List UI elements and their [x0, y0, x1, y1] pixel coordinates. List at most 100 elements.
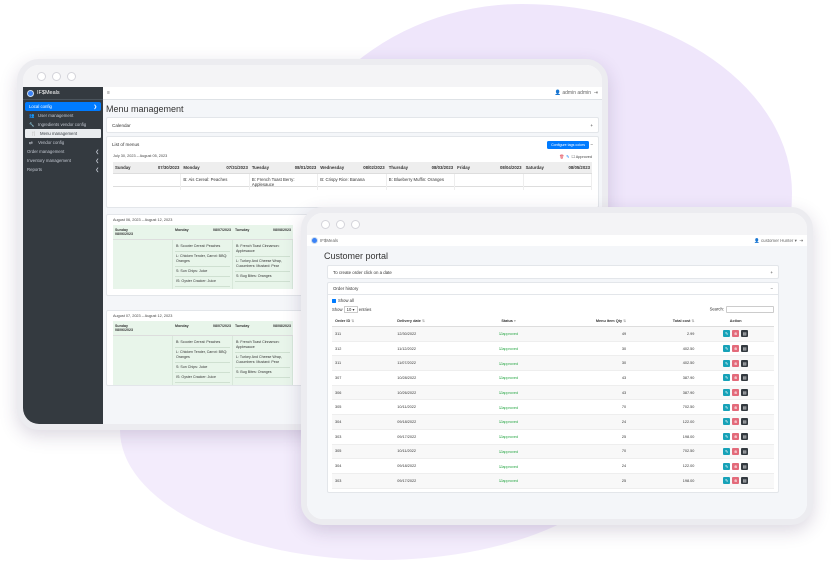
- edit-icon[interactable]: ✎: [723, 403, 731, 411]
- sidebar-item-user-management[interactable]: 👥 User management: [23, 111, 103, 120]
- edit-icon[interactable]: ✎: [723, 433, 731, 441]
- hamburger-icon[interactable]: ≡: [107, 90, 110, 96]
- day-cell[interactable]: B: French Toast Berry: Applesauce: [250, 174, 319, 190]
- print-icon[interactable]: ▤: [741, 389, 749, 397]
- day-cell[interactable]: B: Crispy Rice: Banana: [318, 174, 387, 190]
- edit-icon[interactable]: ✎: [723, 389, 731, 397]
- user-name[interactable]: customer Hunter: [761, 238, 793, 243]
- logout-icon[interactable]: ⇥: [594, 90, 598, 96]
- show-all-checkbox[interactable]: Show all: [332, 298, 774, 303]
- column-header[interactable]: Menu item Qty ⇅: [539, 316, 630, 327]
- day-header: Monday 07/31/2023: [183, 165, 248, 170]
- cancel-icon[interactable]: ⊗: [732, 433, 740, 441]
- meal-item: S: Bug Bites: Oranges: [235, 368, 290, 378]
- configure-tags-button[interactable]: Configure tags colors: [547, 140, 590, 149]
- print-icon[interactable]: ▤: [741, 374, 749, 382]
- column-header[interactable]: Delivery date ⇅: [394, 316, 478, 327]
- print-icon[interactable]: ▤: [741, 433, 749, 441]
- edit-icon[interactable]: ✎: [723, 345, 731, 353]
- edit-icon[interactable]: ✎: [723, 330, 731, 338]
- brand[interactable]: IF$Meals: [23, 87, 103, 100]
- column-header[interactable]: Total cost ⇅: [629, 316, 698, 327]
- cancel-icon[interactable]: ⊗: [732, 330, 740, 338]
- user-name[interactable]: admin admin: [562, 90, 591, 96]
- status-badge: ☑approved: [477, 341, 540, 357]
- print-icon[interactable]: ▤: [741, 418, 749, 426]
- print-icon[interactable]: ▤: [741, 447, 749, 455]
- cancel-icon[interactable]: ⊗: [732, 418, 740, 426]
- meal-item: B: French Toast Cinnamon: Applesauce: [235, 242, 290, 257]
- cancel-icon[interactable]: ⊗: [732, 447, 740, 455]
- day-cell[interactable]: B: French Toast Cinnamon: Applesauce L: …: [233, 336, 293, 385]
- menu-item-qty: 49: [539, 326, 630, 342]
- sidebar-item-reports[interactable]: Reports ❮: [23, 165, 103, 174]
- print-icon[interactable]: ▤: [741, 345, 749, 353]
- cancel-icon[interactable]: ⊗: [732, 389, 740, 397]
- cancel-icon[interactable]: ⊗: [732, 403, 740, 411]
- day-cell[interactable]: [113, 336, 173, 385]
- column-header[interactable]: Order ID ⇅: [332, 316, 395, 327]
- logout-icon[interactable]: ⇥: [799, 238, 803, 243]
- edit-icon[interactable]: ✎: [723, 374, 731, 382]
- search-input[interactable]: [726, 306, 774, 313]
- print-icon[interactable]: ▤: [741, 477, 749, 485]
- cancel-icon[interactable]: ⊗: [732, 374, 740, 382]
- admin-topbar: ≡ 👤 admin admin ⇥: [103, 87, 602, 100]
- expand-icon[interactable]: +: [590, 123, 593, 128]
- total-cost: 2.99: [629, 326, 698, 342]
- cancel-icon[interactable]: ⊗: [732, 462, 740, 470]
- print-icon[interactable]: ▤: [741, 359, 749, 367]
- edit-icon[interactable]: ✎: [723, 359, 731, 367]
- delivery-date: 09/17/2022: [394, 429, 478, 445]
- total-cost: 402.50: [629, 355, 698, 372]
- collapse-icon[interactable]: −: [590, 142, 593, 147]
- table-row: 307 10/28/2022 ☑approved 43 387.90 ✎ ⊗ ▤: [332, 370, 774, 386]
- table-row: 303 09/17/2022 ☑approved 25 198.00 ✎ ⊗ ▤: [332, 473, 774, 489]
- status-badge: ☑approved: [477, 399, 540, 416]
- print-icon[interactable]: ▤: [741, 330, 749, 338]
- day-cell[interactable]: [113, 174, 182, 190]
- day-cell[interactable]: B: Ais Cereal: Peaches: [181, 174, 250, 190]
- sidebar-item-order-management[interactable]: Order management ❮: [23, 147, 103, 156]
- meal-item: B: Scooter Cereal: Peaches: [175, 242, 230, 252]
- day-cell[interactable]: B: Scooter Cereal: Peaches L: Chicken Te…: [173, 240, 233, 289]
- collapse-icon[interactable]: −: [770, 286, 773, 291]
- day-cell[interactable]: B: French Toast Cinnamon: Applesauce L: …: [233, 240, 293, 289]
- edit-icon[interactable]: ✎: [723, 477, 731, 485]
- action-cell: ✎ ⊗ ▤: [697, 458, 774, 474]
- day-cell[interactable]: B: Blueberry Muffin: Oranges: [387, 174, 456, 190]
- print-icon[interactable]: ▤: [741, 462, 749, 470]
- edit-icon[interactable]: ✎: [723, 447, 731, 455]
- sidebar-item-local-config[interactable]: Local config ❯: [25, 102, 101, 111]
- day-cell[interactable]: [524, 174, 592, 190]
- entries-select[interactable]: 10 ▾: [343, 306, 358, 313]
- approved-label: Approved: [575, 155, 592, 159]
- day-cell[interactable]: B: Scooter Cereal: Peaches L: Chicken Te…: [173, 336, 233, 385]
- cancel-icon[interactable]: ⊗: [732, 345, 740, 353]
- chevron-icon: ❮: [95, 148, 99, 154]
- approved-checkbox[interactable]: ☐: [571, 155, 574, 159]
- day-cell[interactable]: [113, 240, 173, 289]
- wrench-icon: 🔧: [29, 121, 35, 127]
- print-icon[interactable]: ▤: [741, 403, 749, 411]
- expand-icon[interactable]: +: [770, 270, 773, 275]
- sidebar-item-vendor-config[interactable]: ⇄ Vendor config: [23, 138, 103, 147]
- column-header[interactable]: Status ▾: [477, 316, 540, 327]
- edit-icon[interactable]: ✎: [723, 418, 731, 426]
- users-icon: 👥: [29, 112, 35, 118]
- edit-icon[interactable]: ✎: [723, 462, 731, 470]
- sidebar-item-menu-management[interactable]: 🍴 Menu management: [25, 129, 101, 138]
- sidebar-item-ingredients-vendor[interactable]: 🔧 Ingredients vendor config: [23, 120, 103, 129]
- order-id: 304: [332, 414, 395, 430]
- caret-down-icon[interactable]: ▾: [795, 238, 797, 243]
- delivery-date: 09/18/2022: [394, 414, 478, 430]
- day-cell[interactable]: [455, 174, 524, 190]
- brand-name[interactable]: IF$Meals: [320, 238, 338, 243]
- order-id: 311: [332, 326, 395, 342]
- pencil-icon[interactable]: ✎: [566, 155, 569, 159]
- trash-icon[interactable]: 🗑: [559, 155, 564, 159]
- cancel-icon[interactable]: ⊗: [732, 477, 740, 485]
- sidebar-item-inventory-management[interactable]: Inventory management ❮: [23, 156, 103, 165]
- cancel-icon[interactable]: ⊗: [732, 359, 740, 367]
- total-cost: 122.00: [629, 414, 698, 430]
